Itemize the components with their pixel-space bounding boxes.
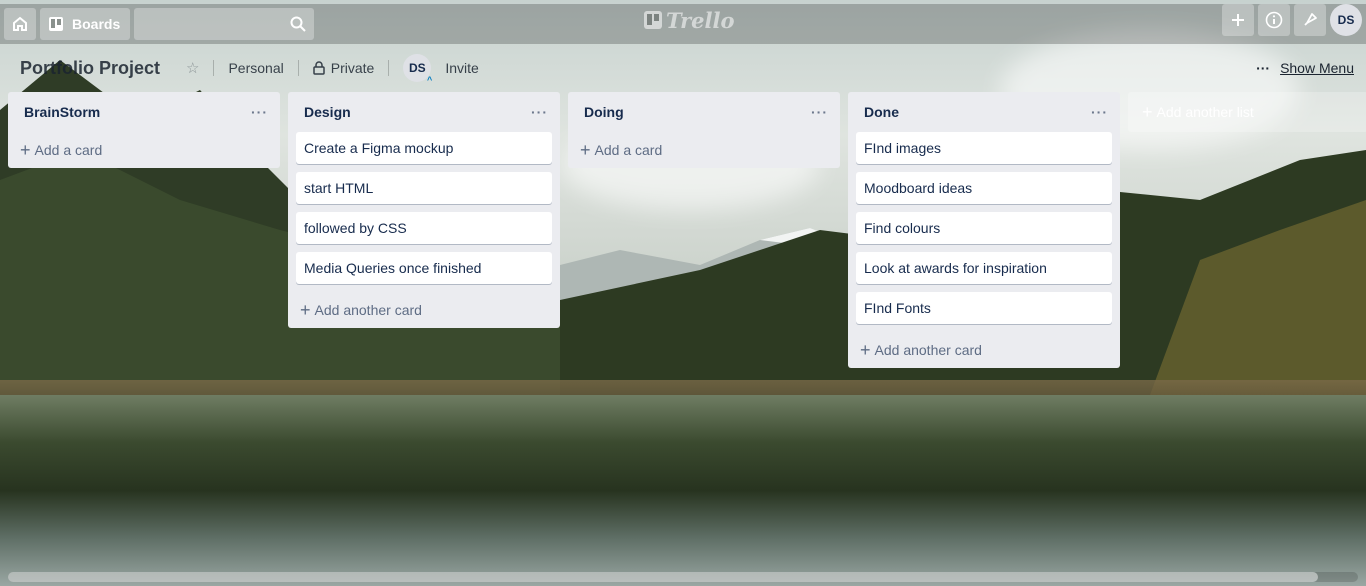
home-button[interactable] <box>4 8 36 40</box>
member-initials: DS <box>408 61 426 75</box>
card[interactable]: FInd Fonts <box>856 292 1112 324</box>
list-design: Design ··· Create a Figma mockup start H… <box>288 92 560 328</box>
more-icon: ··· <box>1256 60 1271 76</box>
visibility-button[interactable]: Private <box>312 60 375 76</box>
list-title[interactable]: Done <box>864 104 899 120</box>
plus-icon: + <box>20 140 31 160</box>
plus-icon <box>1232 14 1244 26</box>
trello-logo-icon <box>644 11 662 29</box>
boards-label: Boards <box>72 16 121 32</box>
notification-icon <box>1304 13 1317 26</box>
user-avatar[interactable]: DS <box>1330 4 1362 36</box>
invite-label: Invite <box>445 60 479 76</box>
list-doing: Doing ··· + Add a card <box>568 92 840 168</box>
add-list-label: Add another list <box>1156 104 1254 120</box>
add-card-button[interactable]: + Add another card <box>856 332 1112 368</box>
trello-logo[interactable]: Trello <box>644 7 735 33</box>
list-menu-icon[interactable]: ··· <box>531 104 548 120</box>
list-header[interactable]: Done ··· <box>856 92 1112 132</box>
home-icon <box>13 16 27 31</box>
lake <box>0 395 1366 586</box>
card[interactable]: FInd images <box>856 132 1112 164</box>
add-card-button[interactable]: + Add another card <box>296 292 552 328</box>
card[interactable]: followed by CSS <box>296 212 552 244</box>
add-card-label: Add another card <box>874 342 982 358</box>
list-header[interactable]: Design ··· <box>296 92 552 132</box>
list-title[interactable]: BrainStorm <box>24 104 100 120</box>
add-card-label: Add a card <box>594 142 663 158</box>
list-done: Done ··· FInd images Moodboard ideas Fin… <box>848 92 1120 368</box>
list-menu-icon[interactable]: ··· <box>1091 104 1108 120</box>
show-menu-label: Show Menu <box>1280 60 1354 76</box>
list-header[interactable]: Doing ··· <box>576 92 832 132</box>
card[interactable]: Find colours <box>856 212 1112 244</box>
info-button[interactable] <box>1258 4 1290 36</box>
notifications-button[interactable] <box>1294 4 1326 36</box>
create-button[interactable] <box>1222 4 1254 36</box>
member-avatar[interactable]: DS ^ <box>403 54 433 85</box>
info-icon <box>1265 11 1283 29</box>
card[interactable]: Create a Figma mockup <box>296 132 552 164</box>
card[interactable]: start HTML <box>296 172 552 204</box>
list-title[interactable]: Doing <box>584 104 624 120</box>
add-card-label: Add another card <box>314 302 422 318</box>
search-icon <box>290 16 306 32</box>
plus-icon: + <box>860 340 871 360</box>
list-menu-icon[interactable]: ··· <box>811 104 828 120</box>
divider <box>297 60 299 76</box>
add-card-label: Add a card <box>34 142 103 158</box>
show-menu-button[interactable]: ··· Show Menu <box>1256 60 1354 76</box>
lock-icon <box>312 61 325 75</box>
list-title[interactable]: Design <box>304 104 351 120</box>
board-background <box>0 0 1366 586</box>
list-menu-icon[interactable]: ··· <box>251 104 268 120</box>
list-brainstorm: BrainStorm ··· + Add a card <box>8 92 280 168</box>
divider <box>213 60 215 76</box>
add-card-button[interactable]: + Add a card <box>576 132 832 168</box>
scrollbar-thumb[interactable] <box>8 572 1318 582</box>
visibility-label: Private <box>330 60 375 76</box>
card[interactable]: Look at awards for inspiration <box>856 252 1112 284</box>
invite-button[interactable]: Invite <box>445 60 478 76</box>
plus-icon: + <box>580 140 591 160</box>
star-icon[interactable]: ☆ <box>186 59 199 77</box>
search-input[interactable] <box>134 8 315 40</box>
board-title[interactable]: Portfolio Project <box>20 58 160 79</box>
header-right: DS <box>1222 4 1362 36</box>
team-button[interactable]: Personal <box>228 60 283 76</box>
boards-icon <box>49 17 63 31</box>
list-header[interactable]: BrainStorm ··· <box>16 92 272 132</box>
divider <box>388 60 390 76</box>
plus-icon: + <box>300 300 311 320</box>
boards-button[interactable]: Boards <box>40 8 131 40</box>
team-label: Personal <box>228 60 284 76</box>
add-card-button[interactable]: + Add a card <box>16 132 272 168</box>
logo-text: Trello <box>666 7 735 33</box>
card[interactable]: Moodboard ideas <box>856 172 1112 204</box>
board-header: Portfolio Project ☆ Personal Private DS ^… <box>20 52 479 85</box>
card[interactable]: Media Queries once finished <box>296 252 552 284</box>
add-list-button[interactable]: + Add another list <box>1128 92 1366 132</box>
plus-icon: + <box>1142 102 1153 122</box>
admin-badge-icon: ^ <box>427 75 433 85</box>
